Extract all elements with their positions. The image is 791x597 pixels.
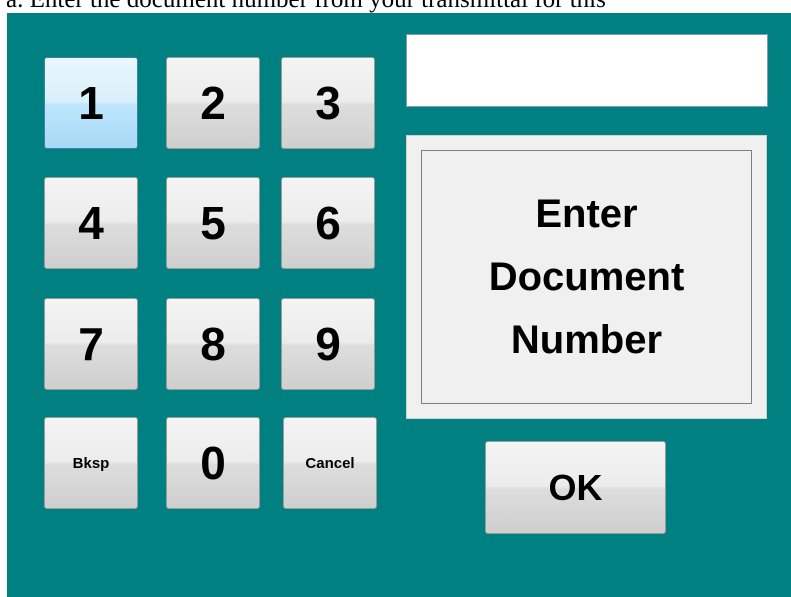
key-0[interactable]: 0 [166, 417, 260, 509]
key-2[interactable]: 2 [166, 57, 260, 149]
ok-button[interactable]: OK [485, 441, 666, 534]
instruction-caption: a. Enter the document number from your t… [0, 0, 791, 13]
prompt-box: Enter Document Number [406, 135, 767, 419]
key-1[interactable]: 1 [44, 57, 138, 149]
key-9[interactable]: 9 [281, 298, 375, 390]
prompt-line-1: Enter [535, 191, 638, 236]
prompt-line-2: Document [488, 254, 685, 299]
prompt-line-3: Number [510, 317, 663, 362]
document-number-field[interactable] [406, 34, 768, 107]
backspace-button[interactable]: Bksp [44, 417, 138, 509]
key-7[interactable]: 7 [44, 298, 138, 390]
key-5[interactable]: 5 [166, 177, 260, 269]
key-4[interactable]: 4 [44, 177, 138, 269]
key-3[interactable]: 3 [281, 57, 375, 149]
page: a. Enter the document number from your t… [0, 0, 791, 597]
cancel-button[interactable]: Cancel [283, 417, 377, 509]
key-8[interactable]: 8 [166, 298, 260, 390]
prompt-frame: Enter Document Number [421, 150, 752, 404]
key-6[interactable]: 6 [281, 177, 375, 269]
